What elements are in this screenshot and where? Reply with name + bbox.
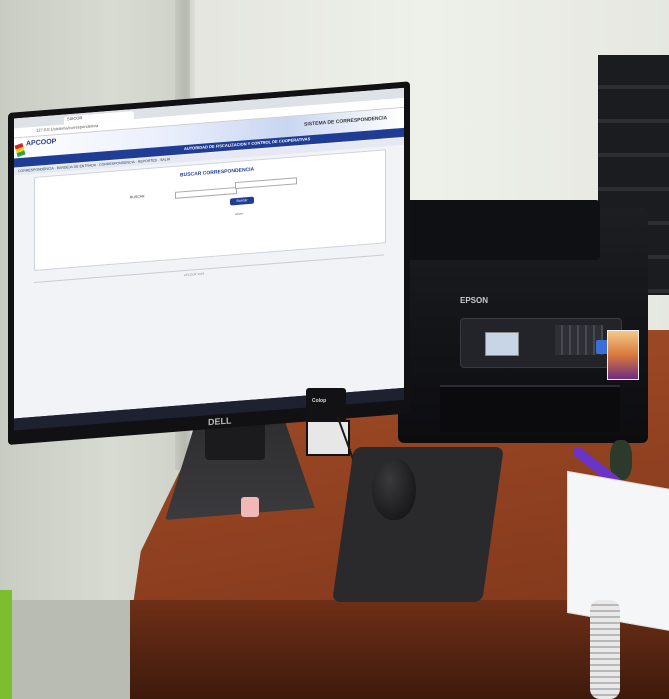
search-input bbox=[175, 186, 237, 199]
monitor: SISCOR 127.0.0.1/sistema/correspondencia… bbox=[8, 81, 410, 446]
site-logo-text: APCOOP bbox=[26, 138, 57, 148]
site-logo-icon bbox=[14, 143, 26, 158]
search-select bbox=[235, 177, 297, 190]
panel-title: BUSCAR CORRESPONDENCIA bbox=[180, 166, 255, 179]
printer-display bbox=[485, 332, 519, 356]
site-system-title: SISTEMA DE CORRESPONDENCIA bbox=[304, 115, 388, 128]
search-label: BUSCAR bbox=[130, 194, 145, 200]
back-link: volver bbox=[235, 211, 244, 217]
picture-card bbox=[607, 330, 639, 380]
printer-brand-label: EPSON bbox=[460, 296, 489, 305]
monitor-screen: SISCOR 127.0.0.1/sistema/correspondencia… bbox=[14, 87, 404, 419]
site-footer: AFCOOP 2019 bbox=[184, 271, 205, 278]
green-object bbox=[0, 590, 12, 699]
phone-cord bbox=[590, 600, 620, 699]
desk-side-area bbox=[0, 600, 130, 699]
search-button: Buscar bbox=[230, 196, 254, 206]
computer-mouse bbox=[372, 458, 416, 520]
pink-eraser bbox=[241, 497, 259, 517]
mousepad bbox=[332, 447, 504, 602]
printer-output-tray bbox=[440, 385, 620, 432]
stamp-label: Colop bbox=[312, 398, 327, 404]
monitor-brand-logo: DELL bbox=[208, 415, 232, 428]
printer-scanner-lid bbox=[405, 200, 600, 260]
